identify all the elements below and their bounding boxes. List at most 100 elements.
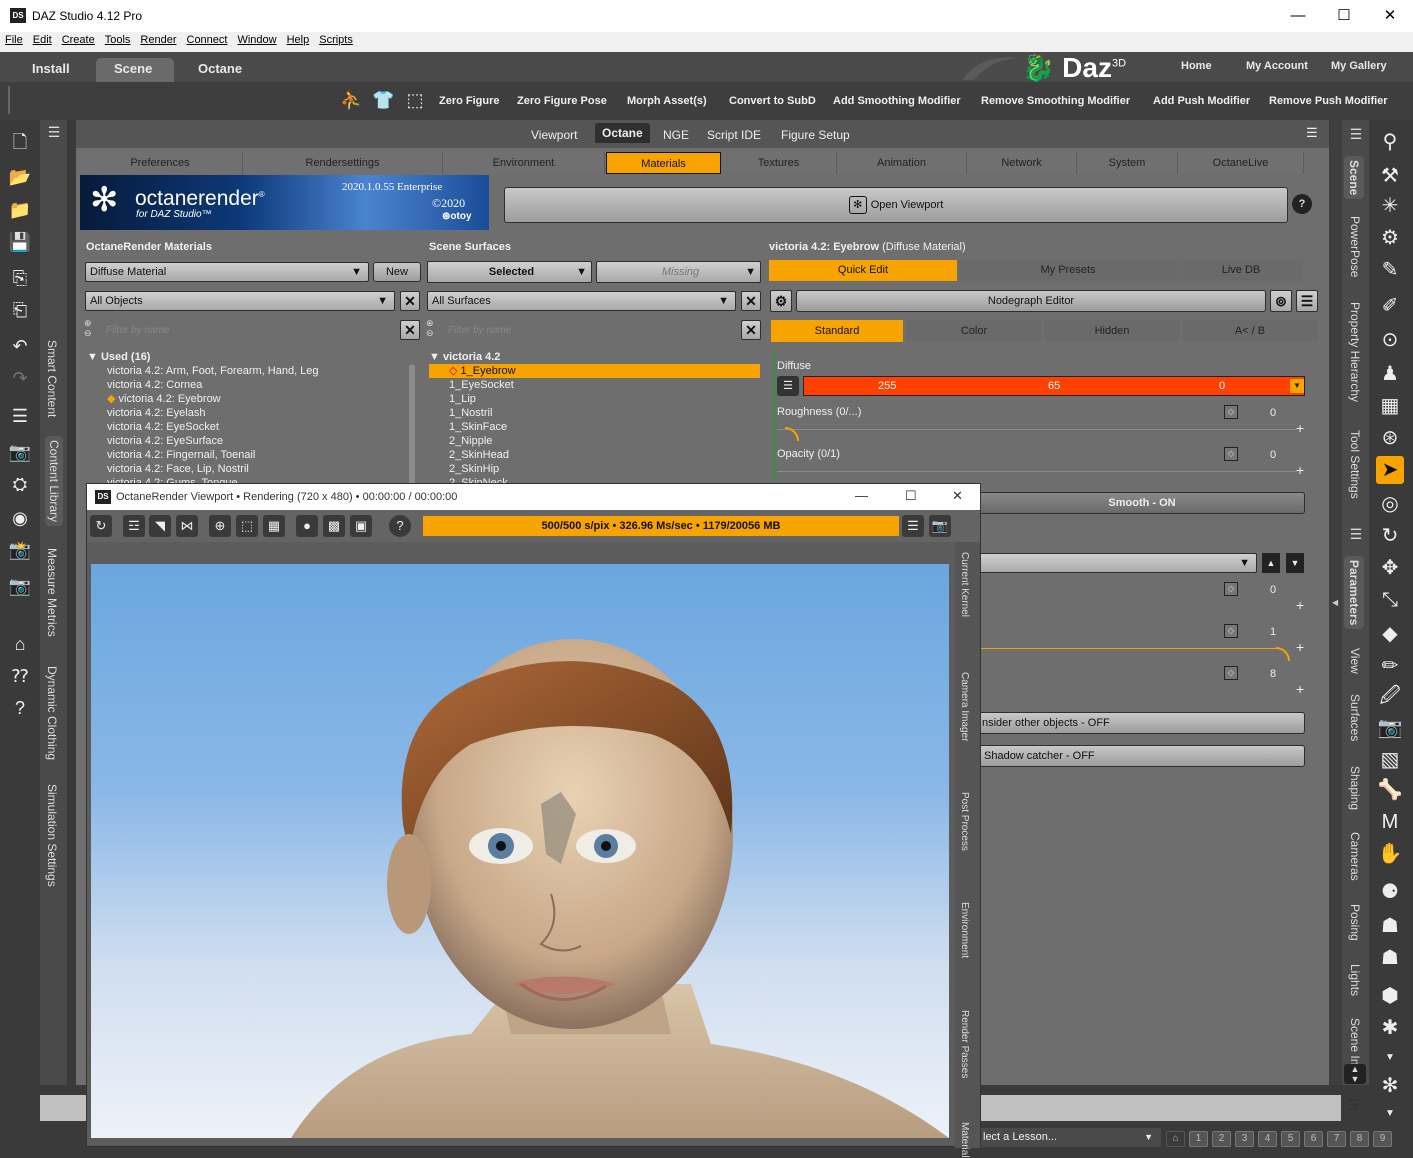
link-my-account[interactable]: My Account <box>1246 60 1308 72</box>
morph-asset-icon[interactable]: ⬚ <box>404 90 426 112</box>
zero-figure-pose-button[interactable]: Zero Figure Pose <box>517 95 607 107</box>
keyframe-icon[interactable]: ◇ <box>1224 666 1238 680</box>
tab-post-process[interactable]: Post Process <box>959 792 970 851</box>
consider-other-objects-toggle[interactable]: nsider other objects - OFF <box>979 712 1305 734</box>
lesson-select[interactable]: lect a Lesson... ▼ <box>981 1128 1161 1147</box>
tab-surfaces[interactable]: Surfaces <box>1348 694 1362 741</box>
joint-editor-icon[interactable]: ⚙ <box>1376 224 1404 252</box>
iray-icon[interactable]: ◉ <box>8 506 32 530</box>
hidden-select[interactable]: ▼ <box>979 553 1257 573</box>
param-2-slider[interactable] <box>979 648 1279 649</box>
shadow-catcher-toggle[interactable]: Shadow catcher - OFF <box>979 745 1305 767</box>
menu-tools[interactable]: Tools <box>100 32 136 48</box>
tab-shaping[interactable]: Shaping <box>1348 766 1362 810</box>
tab-system[interactable]: System <box>1077 152 1178 174</box>
nav-nge[interactable]: NGE <box>663 128 689 142</box>
remove-push-button[interactable]: Remove Push Modifier <box>1269 95 1388 107</box>
tab-view[interactable]: View <box>1348 648 1362 674</box>
arrow-down-icon[interactable]: ▼ <box>1286 553 1304 573</box>
tab-network[interactable]: Network <box>967 152 1077 174</box>
tab-smart-content[interactable]: Smart Content <box>45 340 59 417</box>
surfaces-scope-select[interactable]: All Surfaces ▼ <box>427 291 736 311</box>
list-item[interactable]: victoria 4.2: Cornea <box>107 378 407 392</box>
roughness-value[interactable]: 0 <box>1270 407 1276 419</box>
viewport-close-button[interactable]: ✕ <box>952 488 963 504</box>
region-nav-icon[interactable]: ⊙ <box>1376 326 1404 354</box>
node-select-icon[interactable]: ⊛ <box>1376 424 1404 452</box>
gear-icon[interactable]: ⚙ <box>770 290 792 312</box>
surfaces-filter-input[interactable]: Filter by name <box>448 325 511 336</box>
open-file-icon[interactable]: 📂 <box>8 165 32 189</box>
help-icon[interactable]: ? <box>8 696 32 720</box>
objects-scope-select[interactable]: All Objects ▼ <box>85 291 395 311</box>
param-1-value[interactable]: 0 <box>1270 584 1276 596</box>
plus-icon[interactable]: + <box>1296 681 1304 697</box>
active-pose-icon[interactable]: ✳ <box>1376 192 1404 220</box>
material-type-select[interactable]: Diffuse Material ▼ <box>85 262 369 282</box>
tab-tool-settings[interactable]: Tool Settings <box>1348 430 1362 499</box>
tab-live-db[interactable]: Live DB <box>1179 260 1303 281</box>
snapshot-icon[interactable]: 📷 <box>929 515 951 537</box>
center-pane-menu-icon[interactable]: ☰ <box>1306 125 1318 141</box>
selection-arrow-icon[interactable]: ➤ <box>1376 456 1404 484</box>
surfaces-group[interactable]: ▼ victoria 4.2 <box>429 350 500 364</box>
list-item[interactable]: 2_SkinHead <box>429 448 760 462</box>
plus-icon[interactable]: + <box>1296 639 1304 655</box>
tab-content-library[interactable]: Content Library <box>45 436 63 527</box>
pencil-icon[interactable]: 🖉 <box>1376 682 1404 710</box>
figure-icon[interactable]: ♟ <box>1376 360 1404 388</box>
bottom-menu-icon[interactable]: ☰ <box>1342 1097 1364 1119</box>
list-item[interactable]: victoria 4.2: Fingernail, Toenail <box>107 448 407 462</box>
param-3-value[interactable]: 8 <box>1270 668 1276 680</box>
chevron-down-icon[interactable]: ▼ <box>1376 1100 1404 1128</box>
pose-body-icon[interactable]: ☗ <box>1376 912 1404 940</box>
redo-icon[interactable]: ↷ <box>8 366 32 390</box>
universal-tool-icon[interactable]: ⚲ <box>1376 128 1404 156</box>
convert-to-subd-button[interactable]: Convert to SubD <box>729 95 816 107</box>
maximize-button[interactable]: ☐ <box>1321 0 1367 32</box>
zero-figure-icon[interactable]: ⛹ <box>340 90 362 112</box>
page-2[interactable]: 2 <box>1212 1131 1231 1147</box>
list-item[interactable]: 2_Nipple <box>429 434 760 448</box>
grid-tool-icon[interactable]: ▦ <box>1376 392 1404 420</box>
opacity-value[interactable]: 0 <box>1270 449 1276 461</box>
tab-current-kernel[interactable]: Current Kernel <box>959 552 970 617</box>
list-item[interactable]: 1_Lip <box>429 392 760 406</box>
image-icon[interactable]: ▣ <box>350 515 372 537</box>
clear-surfaces-filter-button[interactable]: ✕ <box>741 320 761 340</box>
pane-menu-icon[interactable]: ☰ <box>1344 126 1368 146</box>
list-icon[interactable]: ☰ <box>8 404 32 428</box>
list-item[interactable]: victoria 4.2: EyeSurface <box>107 434 407 448</box>
camera-icon[interactable]: 📷 <box>8 574 32 598</box>
pose-body-alt-icon[interactable]: ☗ <box>1376 944 1404 972</box>
arrow-up-icon[interactable]: ▲ <box>1262 553 1280 573</box>
import-icon[interactable]: ⎘ <box>8 266 32 290</box>
help-button[interactable]: ? <box>1292 194 1312 214</box>
tab-measure-metrics[interactable]: Measure Metrics <box>45 548 59 637</box>
menu-help[interactable]: Help <box>282 32 315 48</box>
tab-octane[interactable]: Octane <box>180 58 260 82</box>
tab-dynamic-clothing[interactable]: Dynamic Clothing <box>45 666 59 760</box>
surfaces-expand-icon[interactable]: ⊕ ⊖ <box>426 318 442 342</box>
list-item-selected[interactable]: ◆ victoria 4.2: Eyebrow <box>107 392 407 406</box>
pick-icon[interactable]: ◥ <box>149 515 171 537</box>
plus-icon[interactable]: + <box>1296 597 1304 613</box>
tab-material[interactable]: Material <box>959 1122 970 1158</box>
close-button[interactable]: ✕ <box>1367 0 1413 32</box>
cube-icon[interactable]: ⬢ <box>1376 982 1404 1010</box>
share-icon[interactable]: ⋈ <box>176 515 198 537</box>
geometry-editor-icon[interactable]: ◆ <box>1376 620 1404 648</box>
surfaces-selected-select[interactable]: Selected ▼ <box>427 261 592 283</box>
surfaces-missing-select[interactable]: Missing ▼ <box>596 261 761 283</box>
right-collapse-bar[interactable]: ◀ <box>1330 120 1342 1085</box>
nav-octane[interactable]: Octane <box>595 123 650 143</box>
hatch-icon[interactable]: ▧ <box>1376 746 1404 774</box>
tab-textures[interactable]: Textures <box>721 152 837 174</box>
whats-this-icon[interactable]: ⁇ <box>8 664 32 688</box>
tab-powerpose[interactable]: PowerPose <box>1348 216 1362 277</box>
save-icon[interactable]: 💾 <box>8 230 32 254</box>
morph-m-icon[interactable]: M <box>1376 808 1404 836</box>
clear-scope-button[interactable]: ✕ <box>400 291 420 311</box>
keyframe-icon[interactable]: ◇ <box>1224 624 1238 638</box>
opacity-slider[interactable] <box>777 471 1297 472</box>
